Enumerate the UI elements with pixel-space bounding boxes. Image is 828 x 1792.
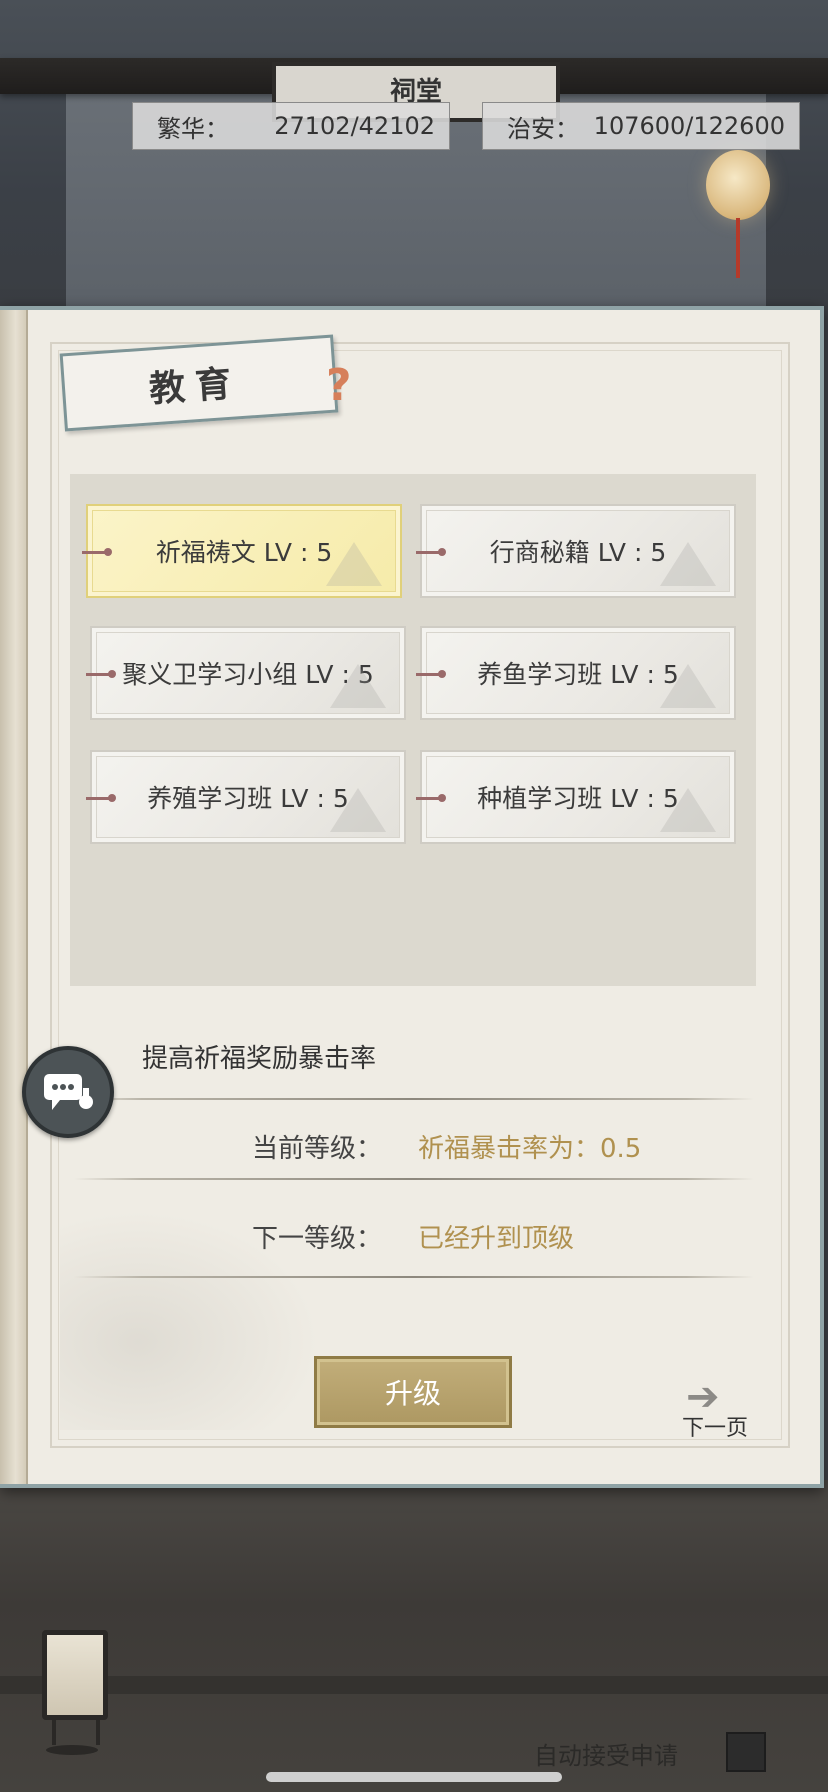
skill-card-trade[interactable]: 行商秘籍 LV : 5: [416, 504, 736, 598]
skill-list: 祈福祷文 LV : 5 行商秘籍 LV : 5 聚义卫学习小组 LV : 5 养…: [70, 474, 756, 986]
pin-icon: [416, 670, 446, 678]
skill-card-prayer[interactable]: 祈福祷文 LV : 5: [82, 504, 402, 598]
skill-label: 祈福祷文 LV : 5: [155, 538, 333, 567]
auto-accept-checkbox[interactable]: [726, 1732, 766, 1772]
divider: [74, 1276, 754, 1278]
next-level-value: 已经升到顶级: [418, 1224, 575, 1254]
skill-description: 提高祈福奖励暴击率: [142, 1044, 377, 1074]
mountain-icon: [660, 664, 716, 708]
help-icon[interactable]: ?: [326, 360, 352, 411]
background-floor: [0, 1480, 828, 1792]
speech-bubble-icon: [44, 1074, 93, 1110]
security-stat: 治安： 107600/122600: [482, 102, 800, 150]
next-page-button[interactable]: ➔ 下一页: [676, 1374, 756, 1441]
divider: [74, 1178, 754, 1180]
pin-icon: [82, 548, 112, 556]
security-label: 治安：: [507, 114, 579, 143]
skill-label: 行商秘籍 LV : 5: [489, 538, 667, 567]
skill-card-breeding[interactable]: 养殖学习班 LV : 5: [86, 750, 406, 844]
pin-icon: [416, 548, 446, 556]
security-value: 107600/122600: [593, 112, 785, 140]
prosperity-label: 繁华：: [157, 114, 229, 143]
skill-label: 种植学习班 LV : 5: [477, 784, 679, 813]
skill-label: 养殖学习班 LV : 5: [147, 784, 349, 813]
lantern-icon: [706, 150, 770, 220]
lamp-foot: [46, 1745, 98, 1755]
skill-card-planting[interactable]: 种植学习班 LV : 5: [416, 750, 736, 844]
current-level-label: 当前等级：: [252, 1134, 383, 1164]
skill-label: 养鱼学习班 LV : 5: [477, 660, 679, 689]
panel-title: 教育: [147, 362, 243, 411]
next-level-label: 下一等级：: [252, 1224, 383, 1254]
pin-icon: [416, 794, 446, 802]
floor-edge: [0, 1676, 828, 1694]
auto-accept-label: 自动接受申请: [534, 1742, 678, 1770]
home-indicator[interactable]: [266, 1772, 562, 1782]
divider: [74, 1098, 754, 1100]
mountain-icon: [660, 788, 716, 832]
lamp-icon: [42, 1630, 108, 1720]
mountain-icon: [326, 542, 382, 586]
pin-icon: [86, 670, 116, 678]
book-spine: [0, 310, 28, 1484]
current-level-value: 祈福暴击率为：0.5: [418, 1134, 642, 1164]
lamp-stand: [52, 1715, 100, 1745]
chat-icon[interactable]: [22, 1046, 114, 1138]
prosperity-value: 27102/42102: [274, 112, 435, 140]
lantern-tassel: [736, 218, 740, 278]
prosperity-stat: 繁华： 27102/42102: [132, 102, 450, 150]
mountain-icon: [330, 664, 386, 708]
education-book-panel: 教育 ? 祈福祷文 LV : 5 行商秘籍 LV : 5 聚义卫学习小组 LV …: [0, 306, 824, 1488]
next-page-label: 下一页: [682, 1416, 749, 1441]
upgrade-button[interactable]: 升级: [314, 1356, 512, 1428]
pin-icon: [86, 794, 116, 802]
skill-card-fish-farming[interactable]: 养鱼学习班 LV : 5: [416, 626, 736, 720]
skill-card-guard-study[interactable]: 聚义卫学习小组 LV : 5: [86, 626, 406, 720]
mountain-icon: [330, 788, 386, 832]
mountain-icon: [660, 542, 716, 586]
